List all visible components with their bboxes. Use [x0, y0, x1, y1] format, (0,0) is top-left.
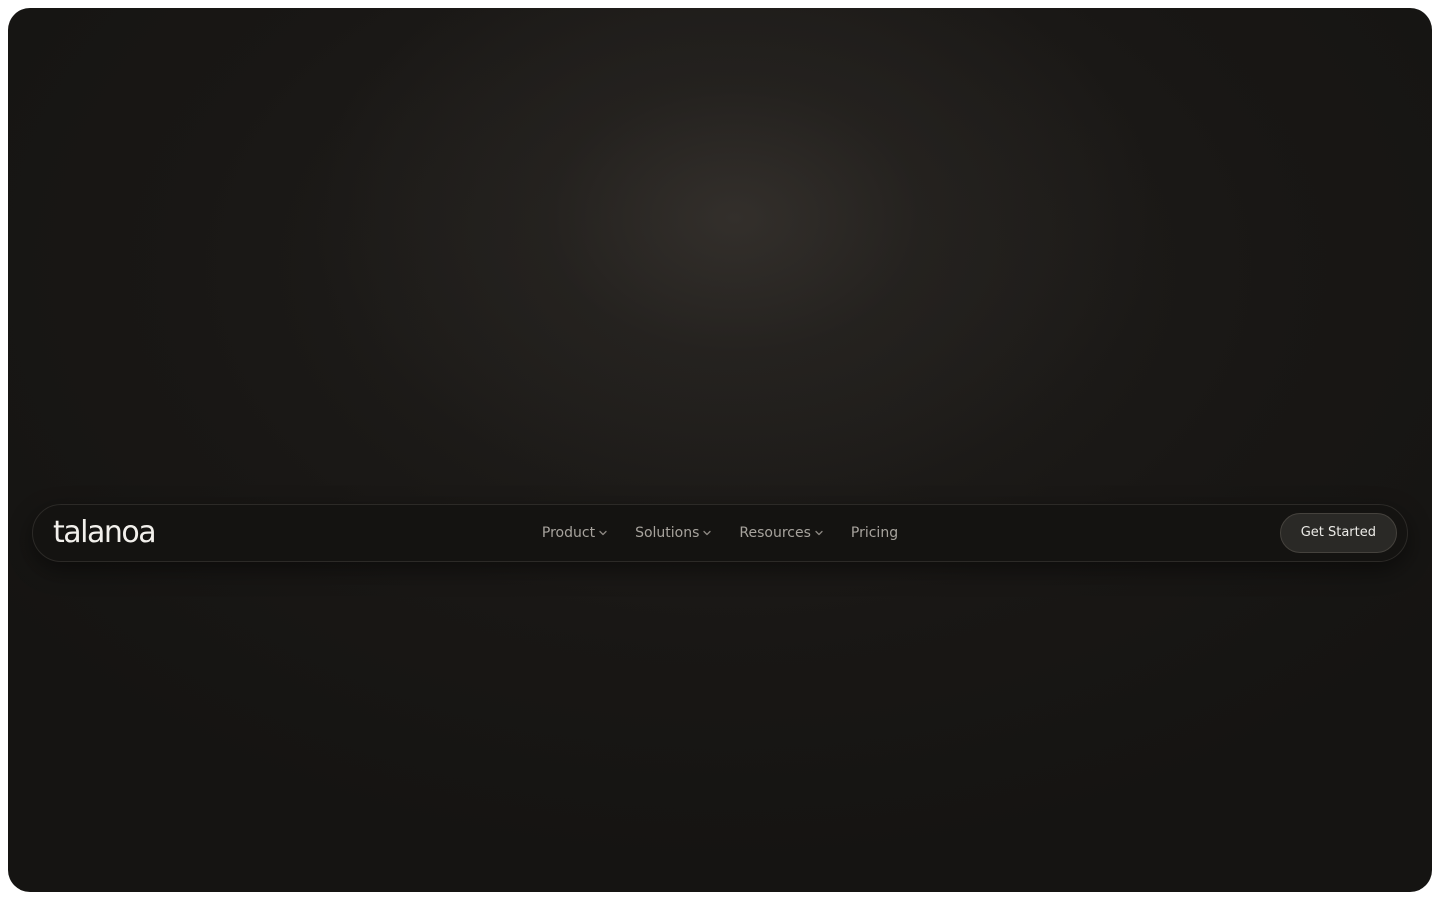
nav-links: Product Solutions Resources Pricing — [33, 505, 1407, 561]
nav-item-resources[interactable]: Resources — [739, 525, 823, 541]
chevron-down-icon — [703, 529, 712, 537]
chevron-down-icon — [599, 529, 607, 537]
brand-logo[interactable]: talanoa — [53, 513, 157, 553]
nav-item-label: Pricing — [850, 525, 899, 541]
get-started-button[interactable]: Get Started — [1279, 513, 1397, 553]
nav-item-label: Solutions — [635, 525, 700, 541]
page-background: talanoa Product Solutions Resources Pric… — [8, 8, 1432, 892]
nav-item-product[interactable]: Product — [542, 525, 607, 541]
nav-item-label: Resources — [739, 525, 811, 541]
chevron-down-icon — [815, 529, 823, 537]
nav-item-solutions[interactable]: Solutions — [635, 525, 712, 541]
nav-item-pricing[interactable]: Pricing — [851, 525, 898, 541]
top-navbar: talanoa Product Solutions Resources Pric… — [32, 504, 1408, 562]
nav-item-label: Product — [541, 525, 596, 541]
